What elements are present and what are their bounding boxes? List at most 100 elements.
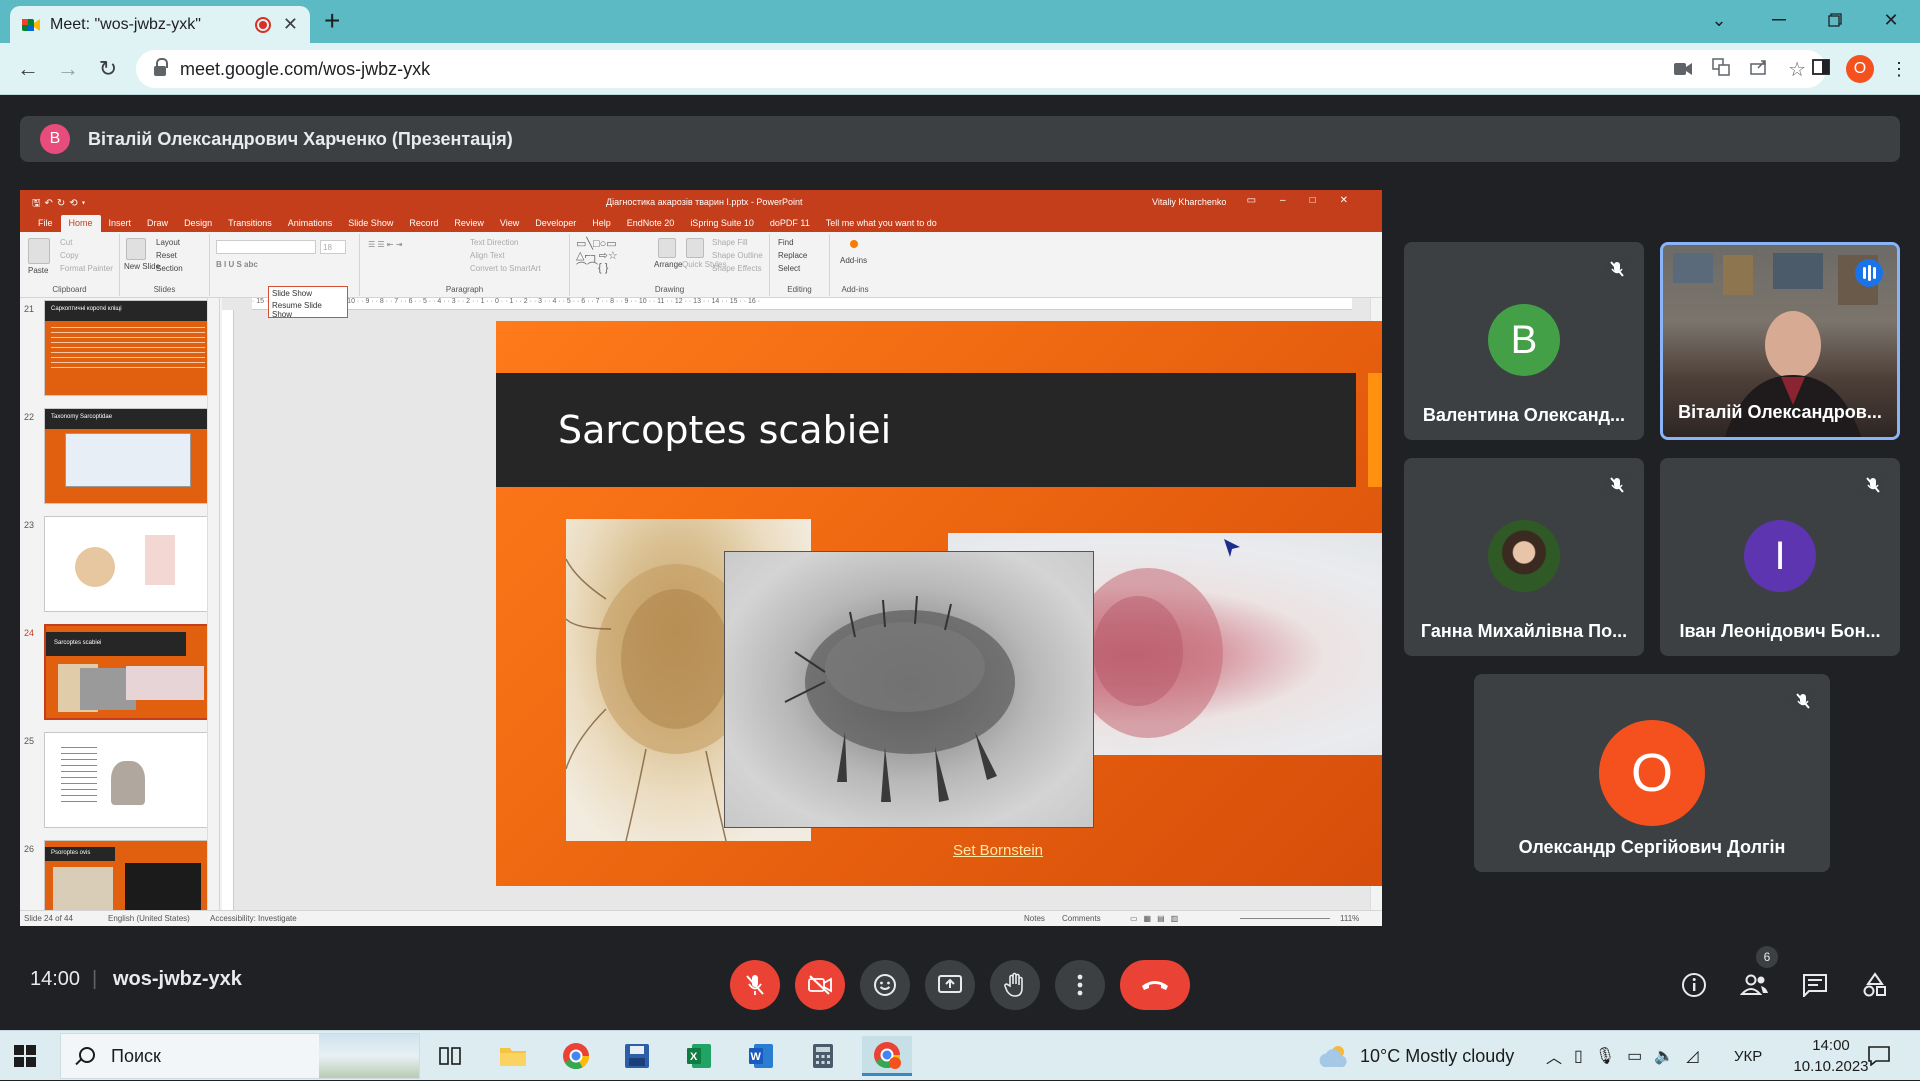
save-disk-app-icon[interactable] [617,1036,657,1076]
bookmark-star-icon[interactable]: ☆ [1788,57,1806,82]
font-name-box[interactable] [216,240,316,254]
excel-icon[interactable]: X [679,1036,719,1076]
language-status[interactable]: English (United States) [108,914,190,923]
close-window-button[interactable]: ✕ [1868,0,1914,40]
mite-electron-microscope-image[interactable] [724,551,1094,828]
ppt-tab-record[interactable]: Record [401,218,446,232]
task-view-icon[interactable] [430,1036,470,1076]
network-icon[interactable]: ◿ [1686,1046,1698,1066]
replace-button[interactable]: Replace [778,251,807,260]
microphone-tray-icon[interactable]: 🎙 [1595,1046,1615,1066]
slide-image-credit[interactable]: Set Bornstein [496,842,1382,859]
ppt-tab-endnote[interactable]: EndNote 20 [619,218,683,232]
thumbnail-scrollbar[interactable] [207,298,217,910]
taskbar-clock[interactable]: 14:00 10.10.2023 [1786,1031,1876,1081]
forward-arrow-icon[interactable]: → [52,53,84,85]
translate-icon[interactable] [1712,57,1730,81]
browser-menu-icon[interactable]: ⋮ [1890,59,1908,80]
ppt-tab-insert[interactable]: Insert [101,218,140,232]
profile-avatar[interactable]: O [1846,55,1874,83]
participant-tile[interactable]: Ганна Михайлівна По... [1404,458,1644,656]
find-button[interactable]: Find [778,238,794,247]
microphone-off-button[interactable] [730,960,780,1010]
resume-slideshow-link[interactable]: Resume Slide Show [272,301,344,319]
side-panel-icon[interactable] [1812,58,1830,80]
ppt-tab-file[interactable]: File [30,218,61,232]
ppt-tab-review[interactable]: Review [446,218,492,232]
slideshow-popup[interactable]: Slide Show Resume Slide Show [268,286,348,319]
input-language[interactable]: УКР [1734,1031,1762,1081]
zoom-slider[interactable] [1240,918,1330,919]
system-tray-icons[interactable]: ︿ ▯ 🎙 ▭ 🔈 ◿ [1546,1031,1699,1081]
view-buttons-icon[interactable]: ▭▦▤▥ [1130,914,1184,923]
ppt-tab-developer[interactable]: Developer [527,218,584,232]
shapes-gallery-icon[interactable]: ▭╲□○▭ △⌐┐⇨☆ ⌒⌒{ } [576,238,618,274]
minimize-window-button[interactable] [1756,0,1802,40]
ppt-tab-slide-show[interactable]: Slide Show [340,218,401,232]
meeting-info-icon[interactable] [1679,970,1709,1000]
addins-icon[interactable] [850,240,858,248]
arrange-button[interactable]: Arrange [654,260,682,269]
copy-button[interactable]: Copy [60,251,79,260]
word-icon[interactable]: W [741,1036,781,1076]
addins-button[interactable]: Add-ins [840,256,867,265]
weather-widget[interactable]: 10°C Mostly cloudy [1318,1031,1514,1081]
current-slide[interactable]: Sarcoptes scabiei Set Bornstein [496,321,1382,886]
slide-thumbnail-22[interactable]: Taxonomy Sarcoptidae [44,408,212,504]
ppt-tab-view[interactable]: View [492,218,527,232]
present-screen-button[interactable] [925,960,975,1010]
calculator-icon[interactable] [803,1036,843,1076]
participant-tile[interactable]: I Іван Леонідович Бон... [1660,458,1900,656]
ppt-tab-animations[interactable]: Animations [280,218,341,232]
accessibility-status[interactable]: Accessibility: Investigate [210,914,297,923]
slide-thumbnail-21[interactable]: Саркоптичні короткі кліщі [44,300,212,396]
layout-button[interactable]: Layout [156,238,180,247]
reload-icon[interactable]: ↻ [92,53,124,85]
new-slide-button[interactable]: New Slide [124,262,160,271]
taskbar-search-box[interactable]: Поиск [60,1033,420,1079]
ppt-tab-ispring[interactable]: iSpring Suite 10 [682,218,762,232]
comments-button[interactable]: Comments [1062,914,1101,923]
cut-button[interactable]: Cut [60,238,72,247]
ppt-tab-transitions[interactable]: Transitions [220,218,280,232]
address-bar[interactable]: meet.google.com/wos-jwbz-yxk ☆ [136,50,1826,88]
font-size-box[interactable]: 18 [320,240,346,254]
share-icon[interactable] [1750,59,1768,80]
activities-icon[interactable] [1860,970,1890,1000]
chrome-icon[interactable] [556,1036,596,1076]
notes-button[interactable]: Notes [1024,914,1045,923]
more-options-button[interactable] [1055,960,1105,1010]
reactions-button[interactable] [860,960,910,1010]
shape-fill-button[interactable]: Shape Fill [712,238,748,247]
new-slide-icon[interactable] [126,238,146,260]
arrange-icon[interactable] [658,238,676,258]
ppt-tab-home[interactable]: Home [60,215,101,232]
slide-thumbnail-23[interactable] [44,516,212,612]
shape-effects-button[interactable]: Shape Effects [712,264,762,273]
ppt-tab-help[interactable]: Help [584,218,619,232]
battery-icon[interactable]: ▭ [1627,1046,1642,1066]
show-hidden-icons-chevron-icon[interactable]: ︿ [1546,1044,1562,1068]
participant-tile-active-speaker[interactable]: Віталій Олександров... [1660,242,1900,440]
close-tab-icon[interactable]: ✕ [283,14,298,35]
select-button[interactable]: Select [778,264,800,273]
text-direction-button[interactable]: Text Direction [470,238,518,247]
volume-icon[interactable]: 🔈 [1654,1046,1674,1066]
notifications-icon[interactable] [1868,1031,1890,1081]
chat-icon[interactable] [1800,970,1830,1000]
participant-tile[interactable]: B Валентина Олександ... [1404,242,1644,440]
ppt-tell-me[interactable]: Tell me what you want to do [818,218,945,232]
paste-icon[interactable] [28,238,50,264]
people-icon[interactable] [1740,970,1770,1000]
section-button[interactable]: Section [156,264,183,273]
slide-title[interactable]: Sarcoptes scabiei [558,408,891,452]
zoom-level[interactable]: 111% [1340,914,1359,923]
participant-tile[interactable]: O Олександр Сергійович Долгін [1474,674,1830,872]
slide-thumbnail-25[interactable] [44,732,212,828]
file-explorer-icon[interactable] [493,1036,533,1076]
ppt-tab-draw[interactable]: Draw [139,218,176,232]
slide-thumbnail-26[interactable]: Psoroptes ovis [44,840,212,910]
reset-button[interactable]: Reset [156,251,177,260]
format-painter-button[interactable]: Format Painter [60,264,113,273]
shape-outline-button[interactable]: Shape Outline [712,251,763,260]
